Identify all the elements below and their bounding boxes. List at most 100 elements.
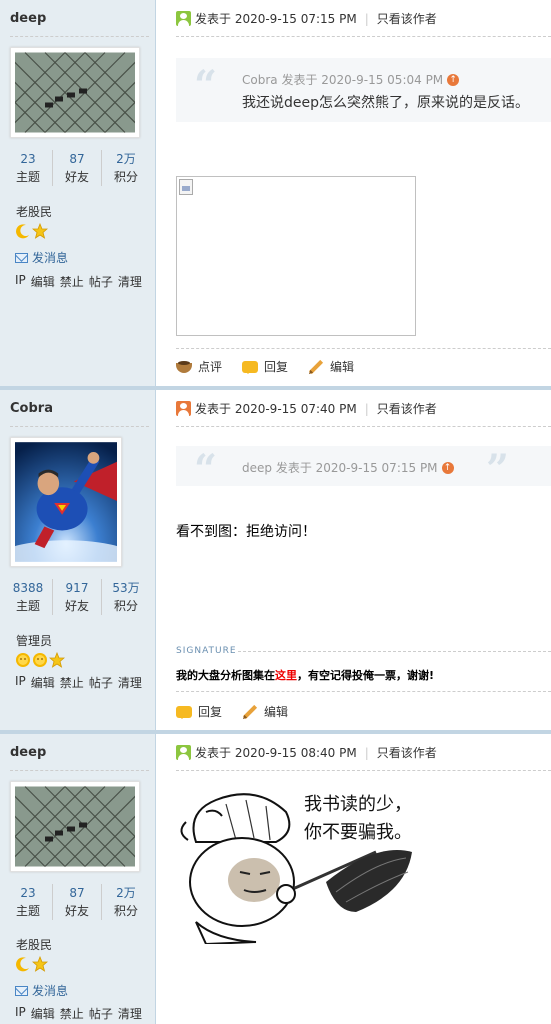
rank-icons: [15, 223, 48, 239]
admin-ban-link[interactable]: 禁止: [60, 1005, 84, 1022]
admin-edit-link[interactable]: 编辑: [31, 674, 55, 691]
author-sidebar: Cobra 8388 主题 917 好友 53万 积分 管理员 IP 编辑 禁止…: [0, 390, 156, 730]
divider: [176, 426, 551, 427]
quote-block: “ Cobra 发表于 2020-9-15 05:04 PM ↑ 我还说deep…: [176, 58, 551, 122]
post-time: 发表于 2020-9-15 07:40 PM: [195, 402, 357, 416]
avatar[interactable]: [0, 437, 135, 576]
admin-clean-link[interactable]: 清理: [118, 273, 142, 290]
stat-threads[interactable]: 23 主题: [4, 884, 53, 920]
author-name[interactable]: Cobra: [10, 401, 53, 416]
reply-bubble-icon: [176, 705, 192, 719]
stat-friends[interactable]: 87 好友: [53, 150, 102, 186]
post-body: 发表于 2020-9-15 07:40 PM | 只看该作者 “ deep 发表…: [176, 390, 551, 730]
comment-button[interactable]: 点评: [176, 358, 222, 375]
jump-to-post-icon[interactable]: ↑: [441, 461, 454, 474]
stat-points[interactable]: 53万积分: [102, 579, 150, 615]
stat-friends[interactable]: 87 好友: [53, 884, 102, 920]
stat-label: 积分: [113, 170, 138, 184]
divider: [238, 651, 551, 652]
stat-value: 8388: [12, 581, 44, 595]
avatar-image: [0, 786, 186, 867]
divider: |: [364, 401, 369, 416]
stat-value: 23: [20, 886, 36, 900]
user-rank: 管理员: [16, 634, 53, 648]
avatar[interactable]: [0, 47, 186, 138]
quote-author: deep 发表于 2020-9-15 07:15 PM ↑: [242, 459, 454, 476]
post-2: Cobra 8388 主题 917 好友 53万 积分 管理员 IP 编辑 禁止…: [0, 390, 551, 730]
jump-to-post-icon[interactable]: ↑: [447, 73, 460, 86]
divider: [10, 36, 149, 37]
meme-caption-line-1: 我书读的少，: [304, 794, 412, 815]
post-actions: 点评 回复 编辑: [176, 358, 368, 375]
stat-points[interactable]: 2万 积分: [102, 884, 150, 920]
stat-friends[interactable]: 917 好友: [53, 579, 102, 615]
stat-threads[interactable]: 23 主题: [4, 150, 53, 186]
stat-label: 积分: [113, 599, 138, 613]
admin-ban-link[interactable]: 禁止: [60, 674, 84, 691]
comment-label: 点评: [198, 360, 223, 374]
coffee-icon: [176, 360, 192, 373]
rank-icons: [15, 652, 65, 668]
admin-posts-link[interactable]: 帖子: [89, 1005, 113, 1022]
offline-user-icon: [176, 401, 191, 416]
only-author-link[interactable]: 只看该作者: [377, 400, 437, 417]
admin-edit-link[interactable]: 编辑: [31, 273, 55, 290]
avatar-image: [0, 52, 186, 133]
admin-ip-link[interactable]: IP: [15, 674, 26, 691]
reply-button[interactable]: 回复: [242, 358, 288, 375]
reply-label: 回复: [264, 360, 289, 374]
post-meta: 发表于 2020-9-15 07:40 PM | 只看该作者: [176, 400, 437, 417]
signature-label: SIGNATURE: [176, 646, 237, 656]
star-icon: [32, 223, 48, 239]
avatar-image: [0, 442, 135, 576]
mail-icon: [15, 985, 28, 996]
stat-label: 好友: [64, 904, 89, 918]
only-author-link[interactable]: 只看该作者: [377, 10, 437, 27]
signature-link[interactable]: 这里: [275, 669, 297, 682]
pencil-icon: [308, 359, 324, 374]
close-quote-icon: ”: [486, 446, 510, 493]
user-stats: 8388 主题 917 好友 53万积分: [4, 579, 150, 615]
rank-icons: [15, 956, 48, 972]
star-icon: [32, 956, 48, 972]
admin-clean-link[interactable]: 清理: [118, 1005, 142, 1022]
moon-icon: [16, 957, 29, 972]
stat-label: 主题: [15, 170, 40, 184]
divider: [10, 770, 149, 771]
send-message-label: 发消息: [32, 251, 69, 265]
admin-edit-link[interactable]: 编辑: [31, 1005, 55, 1022]
avatar[interactable]: [0, 781, 186, 872]
sun-icon: [33, 653, 47, 667]
post-meta: 发表于 2020-9-15 07:15 PM | 只看该作者: [176, 10, 437, 27]
send-message-link[interactable]: 发消息: [15, 982, 68, 999]
stat-threads[interactable]: 8388 主题: [4, 579, 53, 615]
author-name[interactable]: deep: [10, 11, 46, 26]
admin-links: IP 编辑 禁止 帖子 清理: [15, 674, 142, 691]
only-author-link[interactable]: 只看该作者: [377, 744, 437, 761]
meme-caption-line-2: 你不要骗我。: [304, 822, 412, 843]
author-sidebar: deep 23 主题 87 好友 2万 积分 老股民 发消息 IP 编辑 禁止 …: [0, 0, 186, 386]
admin-clean-link[interactable]: 清理: [118, 674, 142, 691]
stat-points[interactable]: 2万积分: [102, 150, 150, 186]
stat-value: 2万: [116, 152, 136, 166]
admin-posts-link[interactable]: 帖子: [89, 674, 113, 691]
admin-ip-link[interactable]: IP: [15, 1005, 26, 1022]
open-quote-icon: “: [194, 62, 218, 109]
quote-author-line: Cobra 发表于 2020-9-15 05:04 PM: [242, 73, 444, 87]
admin-posts-link[interactable]: 帖子: [89, 273, 113, 290]
divider: |: [364, 745, 369, 760]
author-name[interactable]: deep: [10, 745, 46, 760]
user-rank: 老股民: [16, 205, 53, 219]
edit-button[interactable]: 编辑: [308, 358, 354, 375]
edit-button[interactable]: 编辑: [242, 703, 288, 720]
quote-author: Cobra 发表于 2020-9-15 05:04 PM ↑: [242, 71, 460, 88]
admin-ban-link[interactable]: 禁止: [60, 273, 84, 290]
stat-value: 53万: [112, 581, 140, 595]
open-quote-icon: “: [194, 446, 218, 493]
reply-button[interactable]: 回复: [176, 703, 222, 720]
send-message-link[interactable]: 发消息: [15, 249, 68, 266]
meme-image: 我书读的少， 你不要骗我。: [176, 782, 416, 944]
admin-ip-link[interactable]: IP: [15, 273, 26, 290]
post-actions: 回复 编辑: [176, 703, 302, 720]
post-3: deep 23 主题 87 好友 2万 积分 老股民 发消息 IP 编辑 禁止 …: [0, 734, 551, 1024]
